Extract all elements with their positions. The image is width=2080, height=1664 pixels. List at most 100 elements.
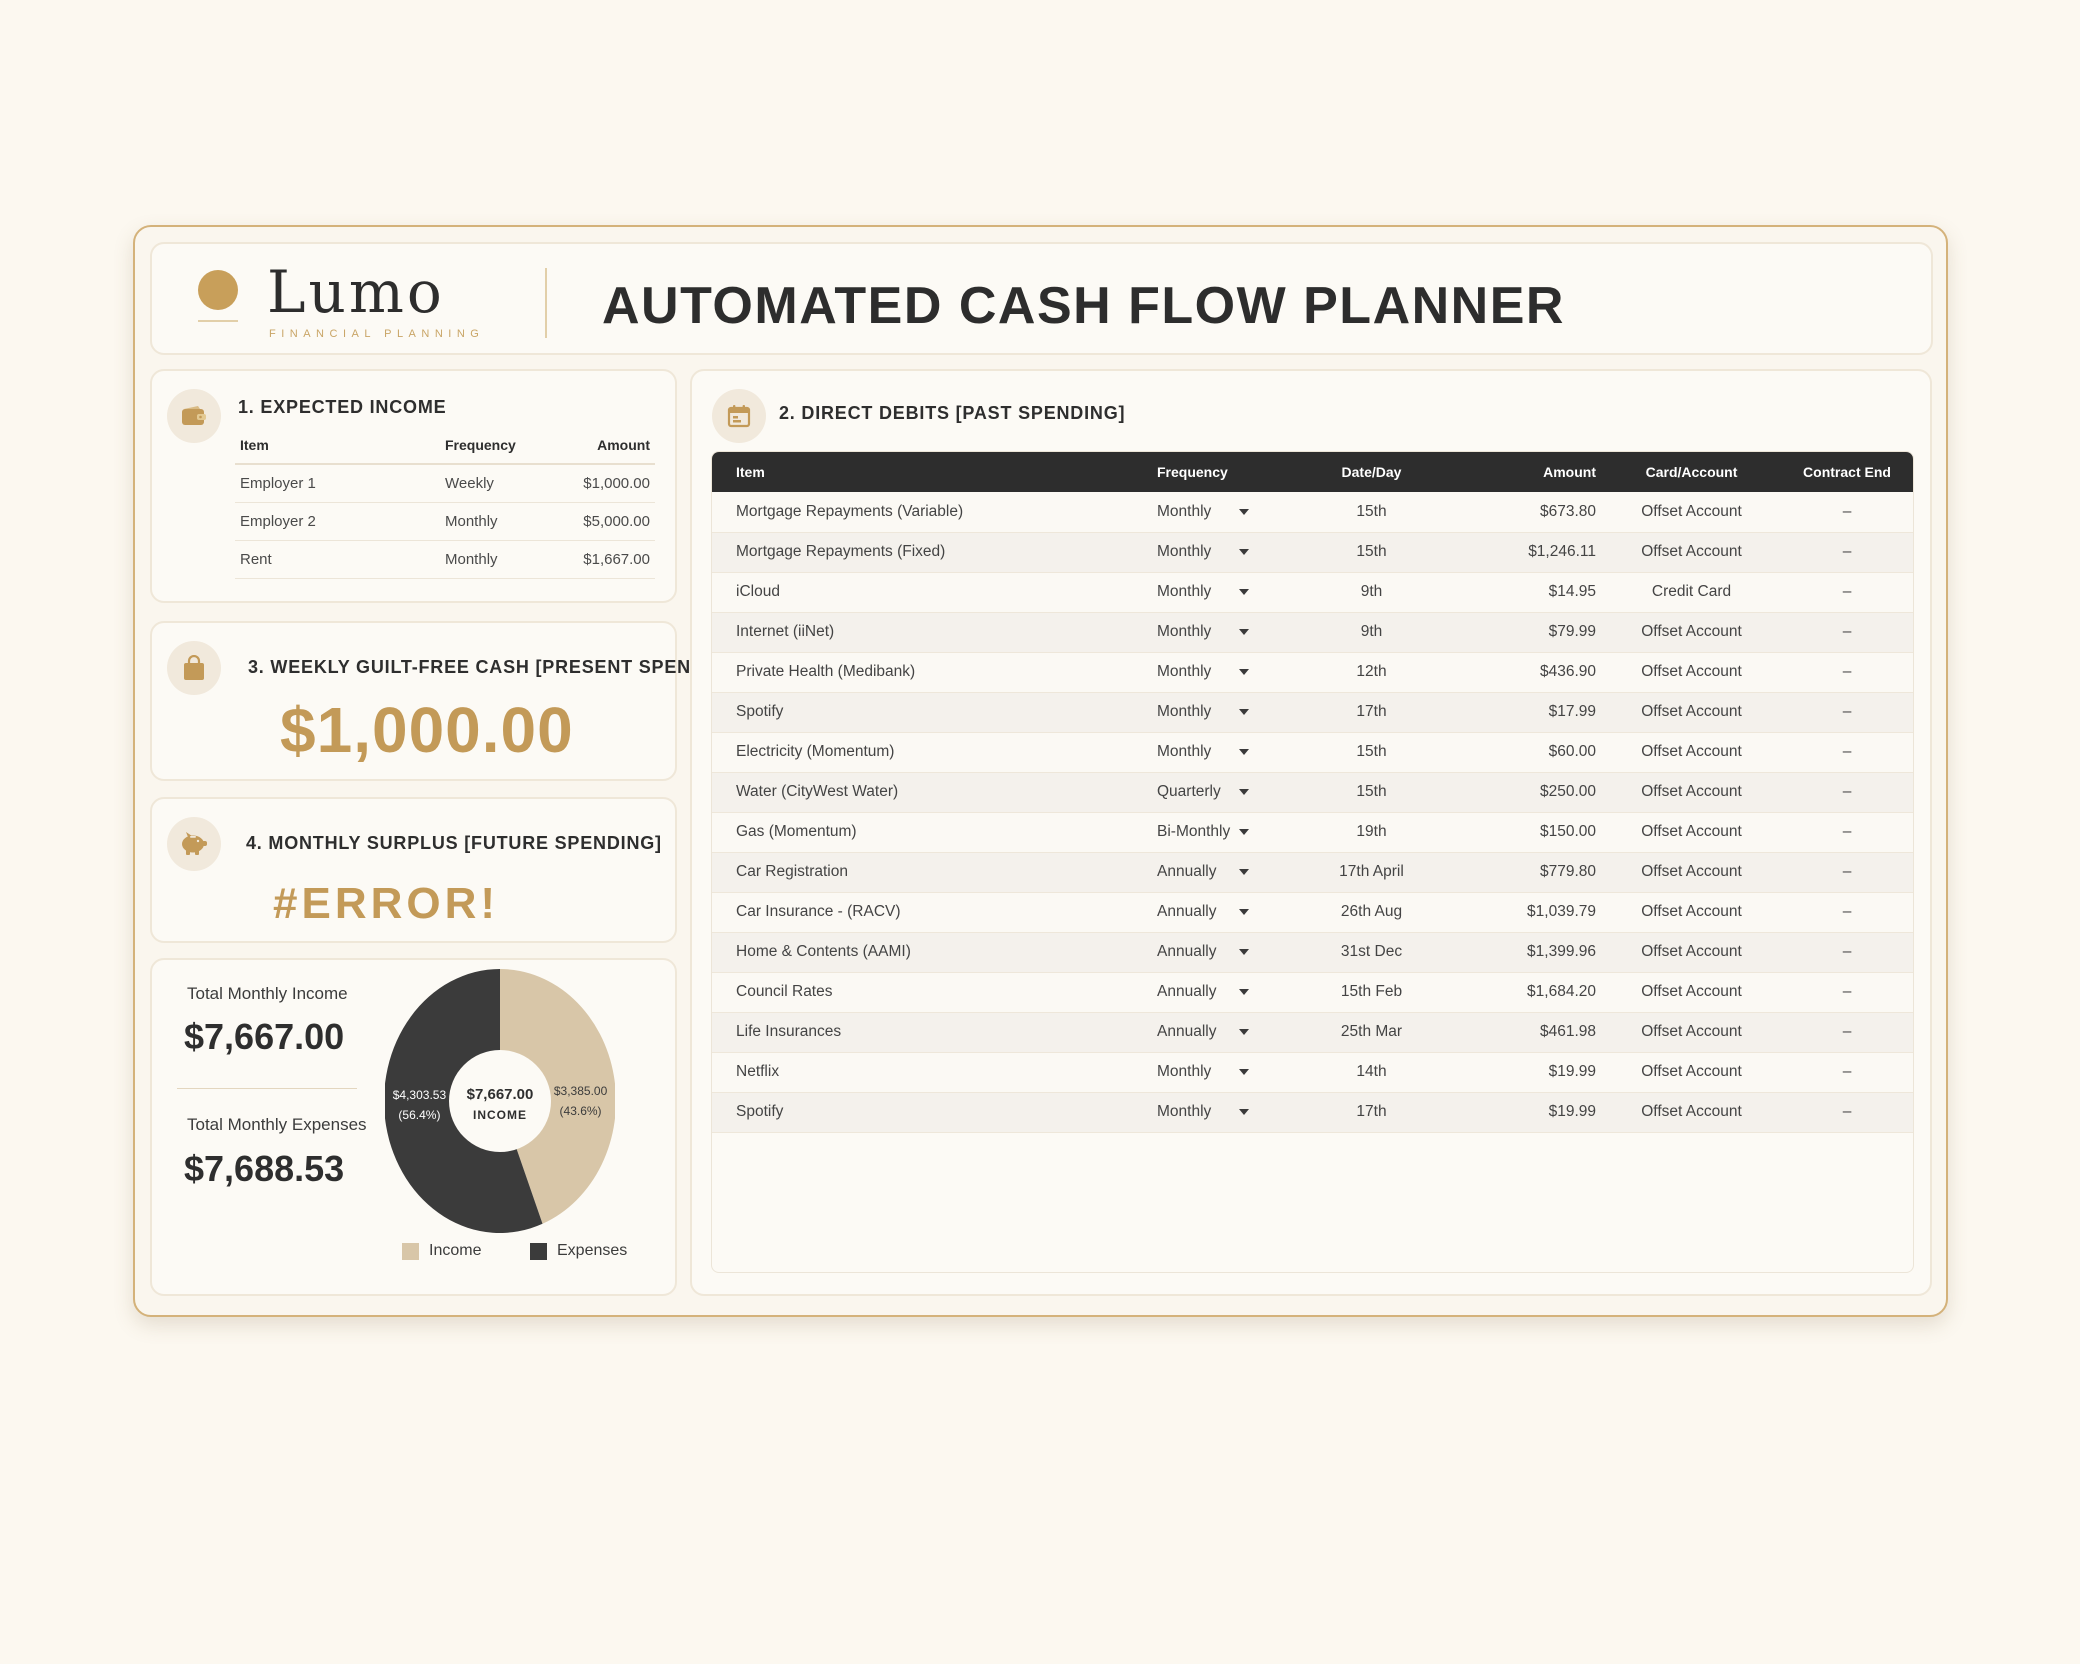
debit-item[interactable]: Car Insurance - (RACV)	[712, 892, 1149, 933]
table-row[interactable]: Employer 2 Monthly $5,000.00	[235, 502, 655, 541]
caret-down-icon[interactable]	[1239, 589, 1249, 595]
debit-account[interactable]: Offset Account	[1604, 732, 1779, 773]
debit-contract-end[interactable]: –	[1779, 1092, 1913, 1133]
debit-amount[interactable]: $19.99	[1449, 1052, 1604, 1093]
debit-frequency-select[interactable]: Annually	[1149, 852, 1294, 893]
debit-amount[interactable]: $461.98	[1449, 1012, 1604, 1053]
debit-amount[interactable]: $17.99	[1449, 692, 1604, 733]
debit-contract-end[interactable]: –	[1779, 892, 1913, 933]
income-amount[interactable]: $5,000.00	[555, 502, 655, 541]
debit-item[interactable]: Private Health (Medibank)	[712, 652, 1149, 693]
debit-account[interactable]: Offset Account	[1604, 932, 1779, 973]
debit-contract-end[interactable]: –	[1779, 612, 1913, 653]
debit-amount[interactable]: $1,246.11	[1449, 532, 1604, 573]
debit-date[interactable]: 15th	[1294, 772, 1449, 813]
table-row[interactable]: Gas (Momentum) Bi-Monthly 19th $150.00 Offse…	[712, 812, 1913, 853]
debit-account[interactable]: Offset Account	[1604, 812, 1779, 853]
caret-down-icon[interactable]	[1239, 789, 1249, 795]
debit-frequency-select[interactable]: Monthly	[1149, 1052, 1294, 1093]
debit-date[interactable]: 14th	[1294, 1052, 1449, 1093]
table-row[interactable]: Spotify Monthly 17th $17.99 Offset Account –	[712, 692, 1913, 733]
table-row[interactable]: Internet (iiNet) Monthly 9th $79.99 Offset A…	[712, 612, 1913, 653]
debit-account[interactable]: Credit Card	[1604, 572, 1779, 613]
debit-frequency-select[interactable]: Monthly	[1149, 532, 1294, 573]
debit-account[interactable]: Offset Account	[1604, 892, 1779, 933]
caret-down-icon[interactable]	[1239, 1069, 1249, 1075]
debit-amount[interactable]: $779.80	[1449, 852, 1604, 893]
debit-account[interactable]: Offset Account	[1604, 1092, 1779, 1133]
debit-account[interactable]: Offset Account	[1604, 612, 1779, 653]
caret-down-icon[interactable]	[1239, 629, 1249, 635]
caret-down-icon[interactable]	[1239, 1109, 1249, 1115]
debit-amount[interactable]: $673.80	[1449, 492, 1604, 533]
debit-contract-end[interactable]: –	[1779, 932, 1913, 973]
debit-amount[interactable]: $14.95	[1449, 572, 1604, 613]
debit-date[interactable]: 15th	[1294, 732, 1449, 773]
table-row[interactable]: Water (CityWest Water) Quarterly 15th $250.…	[712, 772, 1913, 813]
debit-date[interactable]: 31st Dec	[1294, 932, 1449, 973]
income-amount[interactable]: $1,667.00	[555, 540, 655, 579]
debit-frequency-select[interactable]: Monthly	[1149, 612, 1294, 653]
debit-date[interactable]: 17th April	[1294, 852, 1449, 893]
caret-down-icon[interactable]	[1239, 709, 1249, 715]
debit-contract-end[interactable]: –	[1779, 492, 1913, 533]
caret-down-icon[interactable]	[1239, 1029, 1249, 1035]
caret-down-icon[interactable]	[1239, 549, 1249, 555]
table-row[interactable]: Rent Monthly $1,667.00	[235, 540, 655, 579]
debit-item[interactable]: Water (CityWest Water)	[712, 772, 1149, 813]
debit-contract-end[interactable]: –	[1779, 1012, 1913, 1053]
debit-contract-end[interactable]: –	[1779, 1052, 1913, 1093]
debit-date[interactable]: 9th	[1294, 612, 1449, 653]
debit-contract-end[interactable]: –	[1779, 652, 1913, 693]
income-frequency[interactable]: Weekly	[440, 464, 555, 503]
debit-date[interactable]: 15th Feb	[1294, 972, 1449, 1013]
caret-down-icon[interactable]	[1239, 989, 1249, 995]
debit-item[interactable]: Netflix	[712, 1052, 1149, 1093]
debit-date[interactable]: 17th	[1294, 1092, 1449, 1133]
debit-account[interactable]: Offset Account	[1604, 652, 1779, 693]
debit-contract-end[interactable]: –	[1779, 812, 1913, 853]
debit-account[interactable]: Offset Account	[1604, 852, 1779, 893]
debit-account[interactable]: Offset Account	[1604, 692, 1779, 733]
income-amount[interactable]: $1,000.00	[555, 464, 655, 503]
debit-frequency-select[interactable]: Annually	[1149, 1012, 1294, 1053]
caret-down-icon[interactable]	[1239, 829, 1249, 835]
income-item[interactable]: Rent	[235, 540, 440, 579]
caret-down-icon[interactable]	[1239, 869, 1249, 875]
debit-contract-end[interactable]: –	[1779, 852, 1913, 893]
table-row[interactable]: Netflix Monthly 14th $19.99 Offset Account –	[712, 1052, 1913, 1093]
debit-frequency-select[interactable]: Annually	[1149, 892, 1294, 933]
table-row[interactable]: Home & Contents (AAMI) Annually 31st Dec $1…	[712, 932, 1913, 973]
debit-date[interactable]: 17th	[1294, 692, 1449, 733]
table-row[interactable]: Car Registration Annually 17th April $779.8…	[712, 852, 1913, 893]
table-row[interactable]: Car Insurance - (RACV) Annually 26th Aug $1…	[712, 892, 1913, 933]
debit-frequency-select[interactable]: Monthly	[1149, 732, 1294, 773]
debit-frequency-select[interactable]: Annually	[1149, 972, 1294, 1013]
table-row[interactable]: Life Insurances Annually 25th Mar $461.98 Of…	[712, 1012, 1913, 1053]
debit-date[interactable]: 9th	[1294, 572, 1449, 613]
debit-amount[interactable]: $60.00	[1449, 732, 1604, 773]
debit-frequency-select[interactable]: Monthly	[1149, 652, 1294, 693]
debit-date[interactable]: 15th	[1294, 532, 1449, 573]
debit-account[interactable]: Offset Account	[1604, 972, 1779, 1013]
debit-frequency-select[interactable]: Monthly	[1149, 1092, 1294, 1133]
debit-item[interactable]: iCloud	[712, 572, 1149, 613]
debit-contract-end[interactable]: –	[1779, 732, 1913, 773]
debit-item[interactable]: Spotify	[712, 692, 1149, 733]
debit-item[interactable]: Mortgage Repayments (Fixed)	[712, 532, 1149, 573]
debit-amount[interactable]: $250.00	[1449, 772, 1604, 813]
debit-contract-end[interactable]: –	[1779, 692, 1913, 733]
debit-date[interactable]: 12th	[1294, 652, 1449, 693]
table-row[interactable]: Mortgage Repayments (Variable) Monthly 15t…	[712, 492, 1913, 533]
debit-contract-end[interactable]: –	[1779, 772, 1913, 813]
debit-frequency-select[interactable]: Annually	[1149, 932, 1294, 973]
debit-item[interactable]: Life Insurances	[712, 1012, 1149, 1053]
debit-contract-end[interactable]: –	[1779, 972, 1913, 1013]
debit-frequency-select[interactable]: Monthly	[1149, 492, 1294, 533]
debit-item[interactable]: Car Registration	[712, 852, 1149, 893]
table-row[interactable]: Employer 1 Weekly $1,000.00	[235, 464, 655, 503]
income-item[interactable]: Employer 2	[235, 502, 440, 541]
debit-amount[interactable]: $1,039.79	[1449, 892, 1604, 933]
caret-down-icon[interactable]	[1239, 909, 1249, 915]
table-row[interactable]: Electricity (Momentum) Monthly 15th $60.00 O…	[712, 732, 1913, 773]
